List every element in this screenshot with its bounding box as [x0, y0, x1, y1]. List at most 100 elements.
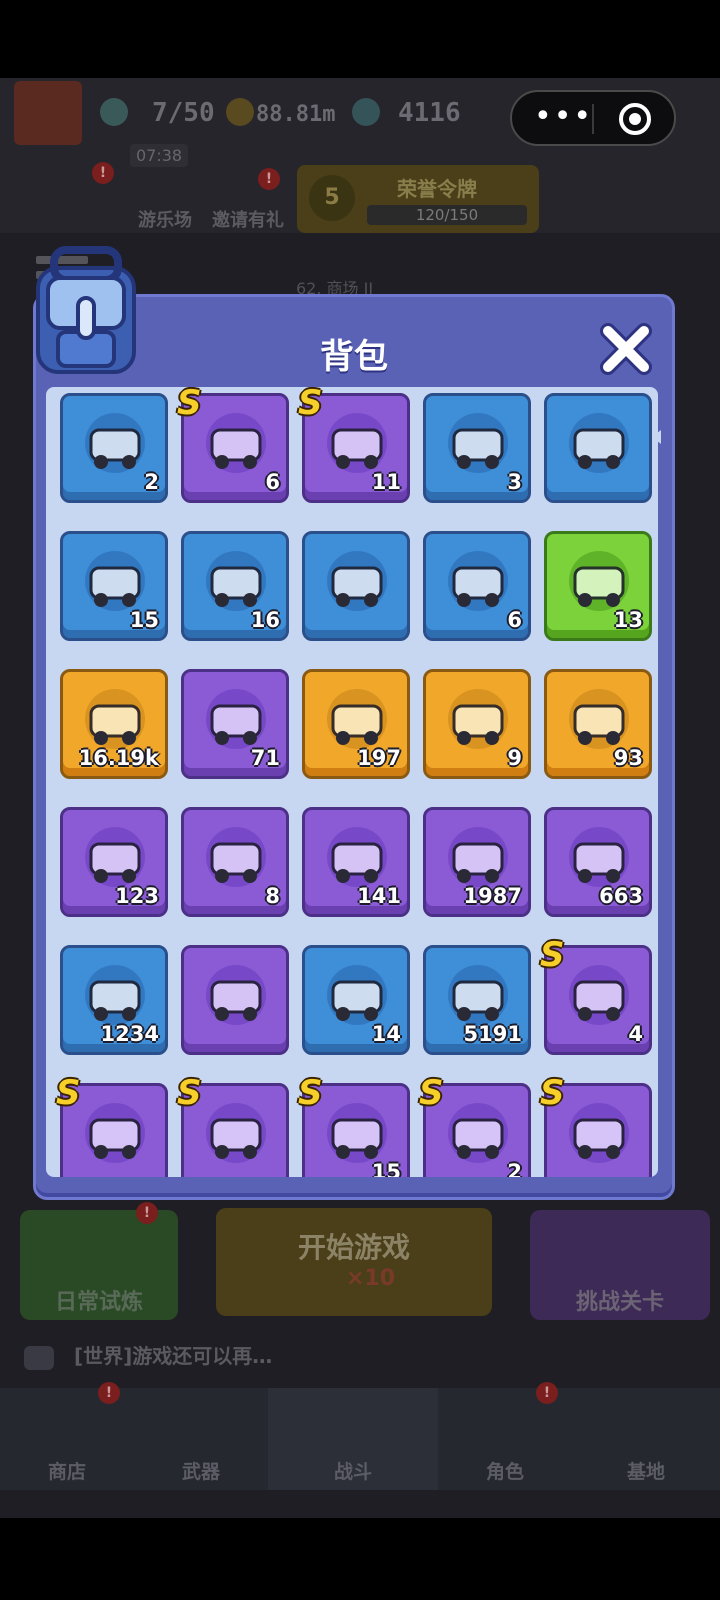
nav-base-label: 基地 — [626, 1461, 665, 1483]
inventory-item[interactable]: 16 — [181, 531, 289, 641]
honor-title: 荣誉令牌 — [397, 177, 477, 201]
inventory-item[interactable]: 8 — [181, 807, 289, 917]
item-count: 93 — [613, 746, 643, 770]
start-game-button[interactable]: 开始游戏 ×10 — [216, 1208, 492, 1316]
nav-base[interactable]: 基地 — [572, 1388, 720, 1490]
bottom-nav: ! 商店 武器 战斗 ! 角色 基地 — [0, 1382, 720, 1490]
inventory-item[interactable]: 2 — [60, 393, 168, 503]
gold-ticket-icon — [327, 689, 387, 749]
gold-icon — [226, 98, 254, 126]
s-rank-badge: S — [56, 1073, 81, 1113]
nav-character[interactable]: ! 角色 — [438, 1382, 572, 1490]
item-count: 15 — [371, 1160, 401, 1177]
purple-racer-icon — [85, 551, 145, 611]
item-count: 1234 — [100, 1022, 159, 1046]
nav-character-label: 角色 — [485, 1461, 524, 1483]
item-count: 8 — [265, 884, 280, 908]
red-jeep-icon — [448, 413, 508, 473]
s-rank-badge: S — [540, 935, 565, 975]
inventory-item[interactable]: 6 — [423, 531, 531, 641]
blue-ticket-icon — [206, 965, 266, 1025]
status-bar — [0, 0, 720, 78]
inventory-item[interactable]: 93 — [544, 669, 652, 779]
challenge-label: 挑战关卡 — [575, 1290, 664, 1315]
white-cat-icon — [85, 1103, 145, 1163]
scroll-indicator-icon — [652, 430, 661, 444]
inventory-item[interactable]: 663 — [544, 807, 652, 917]
item-count: 5191 — [463, 1022, 522, 1046]
s-rank-badge: S — [298, 1073, 323, 1113]
item-count: 9 — [507, 746, 522, 770]
inventory-item[interactable]: 16.19k — [60, 669, 168, 779]
inventory-item[interactable] — [181, 945, 289, 1055]
challenge-button[interactable]: 挑战关卡 — [530, 1210, 710, 1320]
item-count: 16.19k — [78, 746, 159, 770]
notification-dot: ! — [98, 1382, 120, 1404]
inventory-item[interactable]: 123 — [60, 807, 168, 917]
blue-pickup-icon — [569, 551, 629, 611]
start-game-label: 开始游戏 — [297, 1231, 410, 1264]
blue-card-icon — [85, 827, 145, 887]
item-grid: 2 6 S 11 S 3 15 16 6 13 16.19k 71 197 9 93 123 8 141 1987 6… — [46, 387, 658, 1177]
inventory-item[interactable]: 141 — [302, 807, 410, 917]
inventory-item[interactable]: 15 — [60, 531, 168, 641]
blue-crystal-icon — [85, 965, 145, 1025]
blue-crystal-card-icon — [85, 689, 145, 749]
armored-car-icon — [569, 413, 629, 473]
item-count: 4 — [628, 1022, 643, 1046]
nav-weapons[interactable]: 武器 — [134, 1388, 268, 1490]
honor-token-banner[interactable]: 5 荣誉令牌 120/150 — [297, 165, 539, 233]
gold-value: 88.81m — [256, 102, 336, 127]
s-rank-badge: S — [298, 387, 323, 423]
item-count: 197 — [357, 746, 401, 770]
inventory-item[interactable]: 1987 — [423, 807, 531, 917]
nav-shop[interactable]: ! 商店 — [0, 1382, 134, 1490]
playground-label[interactable]: 游乐场 — [138, 206, 192, 232]
invite-label[interactable]: 邀请有礼 — [212, 206, 284, 232]
inventory-item[interactable]: 71 — [181, 669, 289, 779]
inventory-item[interactable]: 9 — [423, 669, 531, 779]
nav-battle-label: 战斗 — [333, 1461, 372, 1483]
close-button[interactable] — [598, 321, 654, 377]
nav-battle[interactable]: 战斗 — [268, 1388, 438, 1490]
inventory-item[interactable]: 14 — [302, 945, 410, 1055]
green-monster-icon — [448, 1103, 508, 1163]
purple-crystal-icon — [448, 827, 508, 887]
inventory-item[interactable]: 13 — [544, 531, 652, 641]
notification-dot: ! — [136, 1202, 158, 1224]
item-count: 16 — [250, 608, 280, 632]
inventory-item[interactable]: 5191 — [423, 945, 531, 1055]
notification-dot: ! — [258, 168, 280, 190]
close-miniprogram-icon[interactable] — [619, 103, 651, 135]
green-ticket-icon — [206, 689, 266, 749]
more-icon[interactable]: ••• — [534, 102, 593, 132]
inventory-item[interactable] — [544, 393, 652, 503]
notification-dot: ! — [536, 1382, 558, 1404]
capsule-divider — [592, 104, 594, 134]
item-count: 141 — [357, 884, 401, 908]
backpack-icon — [36, 246, 136, 374]
daily-trial-label: 日常试炼 — [54, 1290, 143, 1315]
notification-dot: ! — [92, 162, 114, 184]
inventory-item[interactable]: 1234 — [60, 945, 168, 1055]
start-cost: ×10 — [346, 1266, 396, 1291]
inventory-item[interactable]: 3 — [423, 393, 531, 503]
nav-shop-label: 商店 — [47, 1461, 86, 1483]
item-count: 2 — [144, 470, 159, 494]
world-chat[interactable]: [世界]游戏还可以再… — [24, 1340, 272, 1370]
inventory-item[interactable]: 197 — [302, 669, 410, 779]
item-count: 6 — [265, 470, 280, 494]
mini-program-capsule: ••• — [510, 90, 676, 146]
hex-emblem-icon — [327, 965, 387, 1025]
black-cat-icon — [569, 1103, 629, 1163]
green-jeep-icon — [448, 551, 508, 611]
daily-trial-button[interactable]: ! 日常试炼 — [20, 1202, 178, 1320]
gray-racer-icon — [327, 551, 387, 611]
inventory-item[interactable] — [302, 531, 410, 641]
item-count: 3 — [507, 470, 522, 494]
player-avatar[interactable] — [14, 81, 82, 145]
chip-icon — [448, 965, 508, 1025]
s-rank-badge: S — [177, 1073, 202, 1113]
game-console-icon — [569, 827, 629, 887]
s-rank-badge: S — [177, 387, 202, 423]
